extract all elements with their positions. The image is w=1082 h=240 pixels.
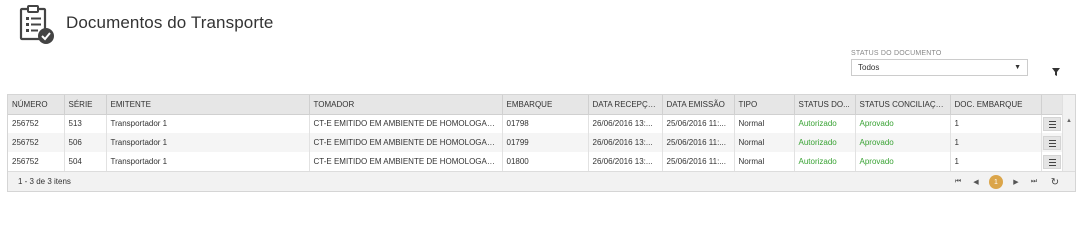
column-header[interactable]: DATA EMISSÃO: [662, 95, 735, 115]
column-header-actions: [1041, 95, 1064, 115]
documents-table: NÚMERO SÉRIE EMITENTE TOMADOR EMBARQUE D…: [8, 95, 1064, 171]
cell-emitente: Transportador 1: [106, 152, 310, 171]
cell-numero: 256752: [8, 133, 65, 152]
chevron-down-icon: ▼: [1014, 64, 1021, 71]
cell-numero: 256752: [8, 114, 65, 133]
menu-icon[interactable]: [1043, 154, 1062, 169]
next-page-icon[interactable]: ▶: [1007, 178, 1025, 186]
status-select-value: Todos: [858, 63, 880, 72]
cell-numero: 256752: [8, 152, 65, 171]
refresh-icon[interactable]: ↻: [1047, 177, 1063, 188]
cell-doc-embarque: 1: [950, 114, 1042, 133]
status-filter: STATUS DO DOCUMENTO Todos ▼: [851, 50, 1028, 76]
column-header[interactable]: STATUS DO...: [794, 95, 856, 115]
cell-tomador: CT-E EMITIDO EM AMBIENTE DE HOMOLOGAC...: [309, 133, 503, 152]
table-row[interactable]: 256752 513 Transportador 1 CT-E EMITIDO …: [8, 114, 1063, 133]
cell-embarque: 01798: [502, 114, 589, 133]
cell-data-emissao: 25/06/2016 11:...: [662, 114, 735, 133]
cell-tipo: Normal: [734, 152, 795, 171]
cell-embarque: 01799: [502, 133, 589, 152]
column-header[interactable]: TIPO: [734, 95, 795, 115]
vertical-scrollbar[interactable]: ▲: [1062, 95, 1075, 172]
status-select[interactable]: Todos ▼: [851, 59, 1028, 76]
cell-emitente: Transportador 1: [106, 114, 310, 133]
cell-tipo: Normal: [734, 133, 795, 152]
row-action-cell: [1041, 133, 1063, 152]
column-header[interactable]: EMITENTE: [106, 95, 310, 115]
cell-embarque: 01800: [502, 152, 589, 171]
documents-grid: NÚMERO SÉRIE EMITENTE TOMADOR EMBARQUE D…: [7, 94, 1076, 192]
last-page-icon[interactable]: ⏭: [1025, 178, 1043, 186]
cell-status-documento: Autorizado: [794, 114, 856, 133]
page-title: Documentos do Transporte: [66, 13, 274, 32]
cell-emitente: Transportador 1: [106, 133, 310, 152]
cell-tomador: CT-E EMITIDO EM AMBIENTE DE HOMOLOGAC...: [309, 152, 503, 171]
pager-controls: ⏮ ◀ 1 ▶ ⏭ ↻: [949, 174, 1063, 190]
column-header[interactable]: SÉRIE: [64, 95, 107, 115]
status-filter-label: STATUS DO DOCUMENTO: [851, 50, 942, 57]
cell-status-conciliacao: Aprovado: [855, 114, 951, 133]
cell-data-recepcao: 26/06/2016 13:...: [588, 133, 663, 152]
row-action-cell: [1041, 114, 1063, 133]
cell-status-documento: Autorizado: [794, 152, 856, 171]
cell-data-recepcao: 26/06/2016 13:...: [588, 114, 663, 133]
column-header[interactable]: DOC. EMBARQUE: [950, 95, 1042, 115]
scroll-up-icon[interactable]: ▲: [1066, 118, 1072, 124]
funnel-icon[interactable]: [1051, 64, 1061, 76]
page-header: Documentos do Transporte: [18, 4, 273, 46]
column-header[interactable]: STATUS CONCILIAÇÃO: [855, 95, 951, 115]
cell-data-emissao: 25/06/2016 11:...: [662, 133, 735, 152]
cell-status-conciliacao: Aprovado: [855, 133, 951, 152]
column-header[interactable]: EMBARQUE: [502, 95, 589, 115]
cell-serie: 504: [64, 152, 107, 171]
table-row[interactable]: 256752 504 Transportador 1 CT-E EMITIDO …: [8, 152, 1063, 171]
pager-info: 1 - 3 de 3 itens: [18, 177, 71, 186]
cell-status-documento: Autorizado: [794, 133, 856, 152]
row-action-cell: [1041, 152, 1063, 171]
cell-data-recepcao: 26/06/2016 13:...: [588, 152, 663, 171]
table-header-row: NÚMERO SÉRIE EMITENTE TOMADOR EMBARQUE D…: [8, 95, 1064, 115]
column-header[interactable]: NÚMERO: [8, 95, 65, 115]
cell-status-conciliacao: Aprovado: [855, 152, 951, 171]
menu-icon[interactable]: [1043, 135, 1062, 150]
cell-tipo: Normal: [734, 114, 795, 133]
column-header[interactable]: DATA RECEPÇÃ...: [588, 95, 663, 115]
page-number-current[interactable]: 1: [989, 175, 1003, 189]
column-header[interactable]: TOMADOR: [309, 95, 503, 115]
cell-serie: 513: [64, 114, 107, 133]
cell-serie: 506: [64, 133, 107, 152]
cell-data-emissao: 25/06/2016 11:...: [662, 152, 735, 171]
prev-page-icon[interactable]: ◀: [967, 178, 985, 186]
pager: 1 - 3 de 3 itens ⏮ ◀ 1 ▶ ⏭ ↻: [8, 171, 1075, 191]
document-checklist-icon: [18, 4, 58, 46]
cell-doc-embarque: 1: [950, 133, 1042, 152]
cell-doc-embarque: 1: [950, 152, 1042, 171]
menu-icon[interactable]: [1043, 116, 1062, 131]
first-page-icon[interactable]: ⏮: [949, 178, 967, 186]
table-row[interactable]: 256752 506 Transportador 1 CT-E EMITIDO …: [8, 133, 1063, 152]
cell-tomador: CT-E EMITIDO EM AMBIENTE DE HOMOLOGAC...: [309, 114, 503, 133]
